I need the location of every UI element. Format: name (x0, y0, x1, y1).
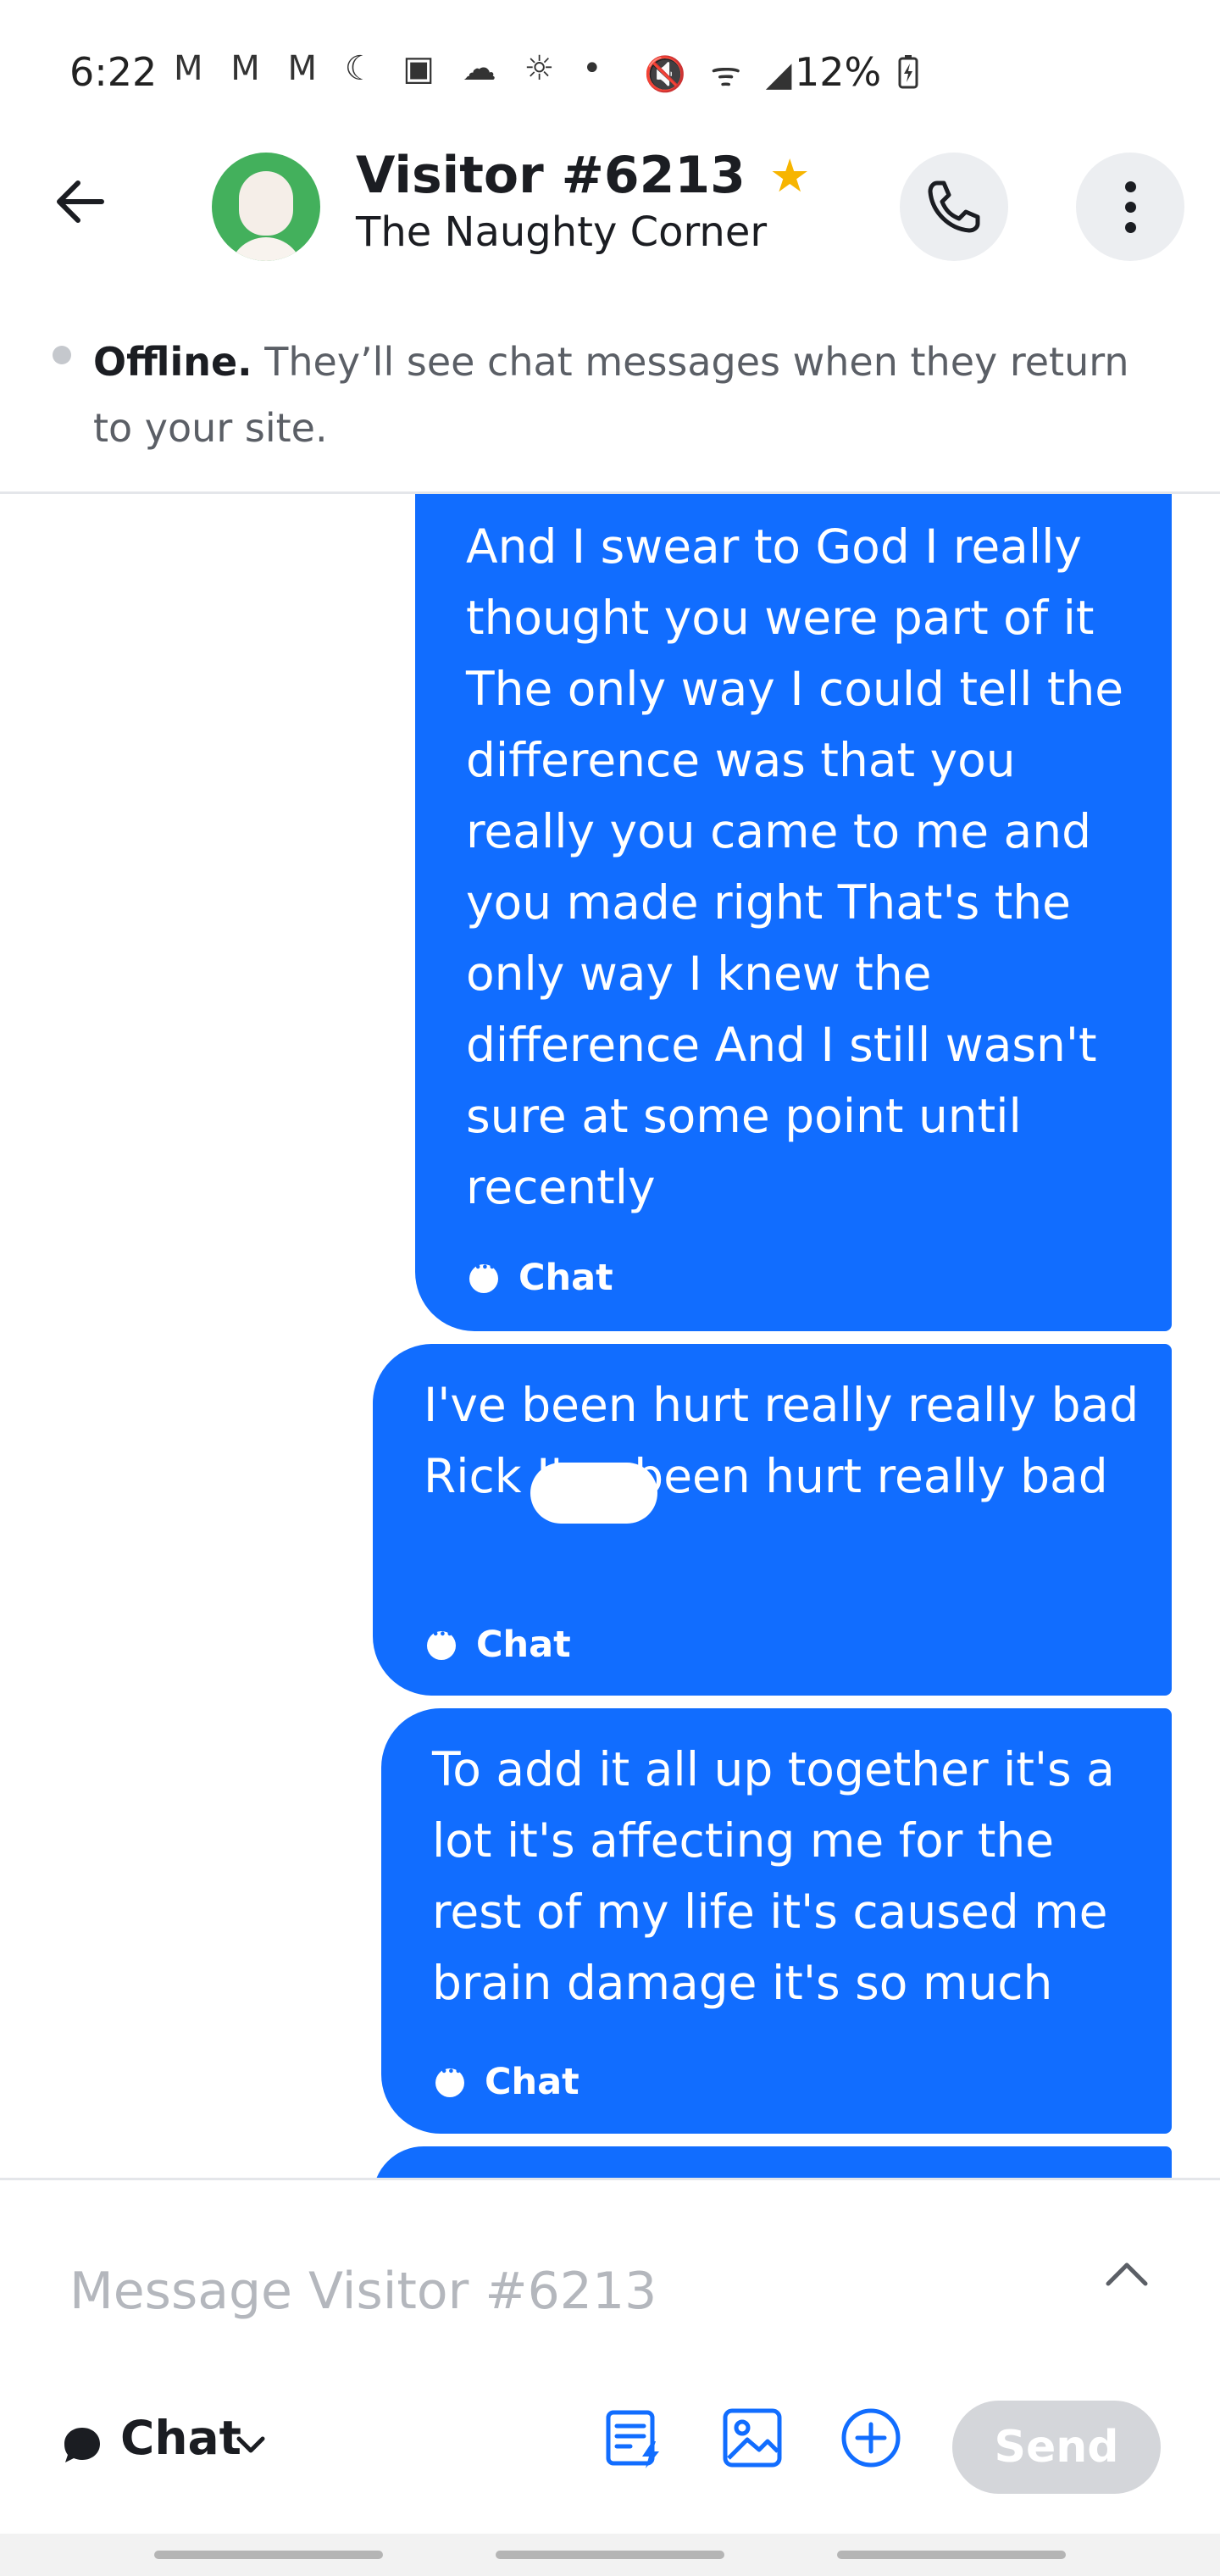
message-composer: Chat Send (0, 2178, 1220, 2536)
message-bubble[interactable]: To add it all up together it's a lot it'… (381, 1708, 1172, 2134)
add-button[interactable] (837, 2404, 905, 2472)
offline-notice: Offline. They’ll see chat messages when … (0, 314, 1220, 494)
chat-bubble-icon (64, 2428, 100, 2462)
message-text: And I swear to God I really thought you … (466, 519, 1124, 1214)
saved-replies-icon (606, 2410, 659, 2468)
signal-icons: 🔇 ᯤ ◢ (644, 55, 799, 94)
message-channel: Chat (427, 1624, 571, 1666)
chat-bubble-icon (469, 1262, 498, 1293)
expand-composer-button[interactable] (1101, 2248, 1152, 2299)
chat-bubble-icon (435, 2066, 464, 2097)
image-icon (723, 2408, 782, 2468)
attach-image-button[interactable] (718, 2404, 786, 2472)
offline-status-dot (53, 346, 71, 364)
arrow-left-icon (57, 180, 104, 223)
status-bar: 6:22 M M M ☾ ▣ ☁ ☼ • 🔇 ᯤ ◢ 12% (0, 0, 1220, 136)
battery-level: 12% (795, 49, 919, 95)
site-name: The Naughty Corner (356, 208, 768, 256)
nav-home[interactable] (496, 2551, 724, 2559)
star-icon[interactable]: ★ (769, 149, 810, 203)
phone-icon (928, 180, 980, 233)
message-input[interactable] (68, 2248, 1045, 2334)
battery-percent: 12% (795, 49, 882, 95)
plus-circle-icon (841, 2408, 901, 2468)
visitor-avatar[interactable] (212, 153, 320, 261)
chat-bubble-icon (427, 1629, 456, 1660)
channel-label: Chat (476, 1624, 571, 1666)
message-bubble[interactable]: I've been hurt really really bad Rick I'… (373, 1344, 1172, 1696)
avatar-face (239, 171, 293, 236)
avatar-body (229, 237, 303, 261)
redaction-mark (530, 1463, 657, 1524)
quick-reply-button[interactable] (600, 2404, 668, 2472)
nav-recents[interactable] (154, 2551, 383, 2559)
system-nav-bar (0, 2534, 1220, 2576)
notice-text: Offline. They’ll see chat messages when … (93, 329, 1161, 461)
send-button[interactable]: Send (952, 2401, 1161, 2494)
kebab-dot (1125, 222, 1136, 233)
call-button[interactable] (900, 153, 1008, 261)
chevron-down-icon (236, 2436, 265, 2453)
message-bubble[interactable]: And I swear to God I really thought you … (415, 494, 1172, 1331)
chat-header: Visitor #6213 ★ The Naughty Corner (0, 136, 1220, 305)
visitor-name[interactable]: Visitor #6213 (356, 146, 746, 205)
channel-label: Chat (518, 1257, 613, 1299)
notification-icons: M M M ☾ ▣ ☁ ☼ • (174, 49, 611, 88)
message-text: To add it all up together it's a lot it'… (432, 1742, 1115, 2010)
back-button[interactable] (49, 168, 117, 236)
nav-back[interactable] (837, 2551, 1066, 2559)
message-list[interactable]: And I swear to God I really thought you … (0, 494, 1220, 2189)
battery-icon (898, 55, 918, 89)
channel-selector-label: Chat (120, 2411, 241, 2465)
kebab-dot (1125, 181, 1136, 192)
message-channel: Chat (469, 1257, 613, 1299)
channel-label: Chat (485, 2061, 580, 2103)
kebab-dot (1125, 202, 1136, 213)
more-options-button[interactable] (1076, 153, 1184, 261)
chevron-up-icon (1106, 2262, 1148, 2286)
message-channel: Chat (435, 2061, 580, 2103)
offline-label: Offline. (93, 339, 252, 385)
status-time: 6:22 (69, 49, 158, 95)
